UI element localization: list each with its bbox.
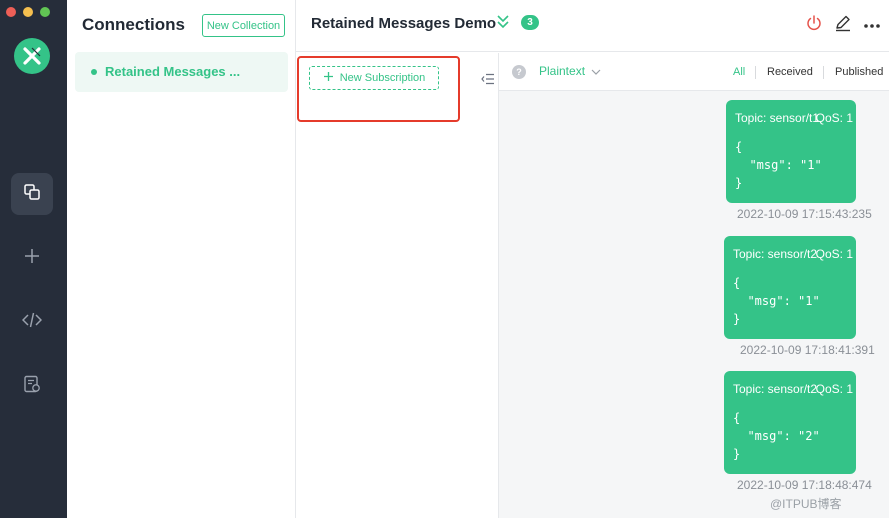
- new-subscription-label: New Subscription: [339, 72, 426, 84]
- script-icon: [21, 311, 43, 334]
- message-bubble[interactable]: Topic: sensor/t2 QoS: 1 { "msg": "1" }: [724, 236, 856, 339]
- disconnect-button[interactable]: [804, 14, 824, 37]
- filter-published-tab[interactable]: Published: [835, 66, 883, 78]
- window-close-button[interactable]: [6, 7, 16, 17]
- connection-name: Retained Messages ...: [105, 64, 241, 79]
- pencil-icon: [834, 14, 852, 37]
- connection-status-dot: [91, 69, 97, 75]
- expand-chevron-icon[interactable]: [496, 14, 510, 35]
- message-timestamp: 2022-10-09 17:15:43:235: [737, 207, 872, 221]
- log-icon: [23, 375, 41, 398]
- message-payload-line: {: [733, 411, 741, 425]
- plus-icon: [23, 247, 41, 270]
- watermark: @ITPUB博客: [770, 497, 842, 511]
- app-sidebar: [0, 0, 67, 518]
- filter-divider: [823, 66, 824, 79]
- more-options-button[interactable]: [862, 15, 882, 35]
- message-payload-line: {: [735, 140, 743, 154]
- power-icon: [805, 14, 823, 37]
- subscriptions-panel: New Subscription: [296, 53, 499, 518]
- message-bubble[interactable]: Topic: sensor/t2 QoS: 1 { "msg": "2" }: [724, 371, 856, 474]
- message-topic: Topic: sensor/t1: [735, 111, 820, 125]
- filter-all-tab[interactable]: All: [733, 66, 745, 78]
- log-nav-button[interactable]: [11, 365, 53, 407]
- messages-toolbar: ? Plaintext All Received Published: [499, 53, 889, 91]
- logo-icon: [14, 38, 50, 74]
- message-payload-line: "msg": "2": [733, 429, 820, 443]
- connections-panel: Connections New Collection Retained Mess…: [67, 0, 296, 518]
- message-payload-line: "msg": "1": [733, 294, 820, 308]
- message-qos: QoS: 1: [815, 382, 853, 396]
- connection-count-badge: 3: [521, 15, 539, 30]
- messages-panel: ? Plaintext All Received Published Topic…: [499, 53, 889, 518]
- message-payload-line: }: [733, 312, 741, 326]
- connections-nav-button[interactable]: [11, 173, 53, 215]
- connections-title: Connections: [82, 15, 185, 34]
- message-bubble[interactable]: Topic: sensor/t1 QoS: 1 { "msg": "1" }: [726, 100, 856, 203]
- main-header: Retained Messages Demo 3: [296, 0, 889, 52]
- message-payload-line: }: [735, 176, 743, 190]
- script-nav-button[interactable]: [11, 301, 53, 343]
- page-title: Retained Messages Demo: [311, 15, 497, 32]
- help-icon[interactable]: ?: [512, 65, 526, 79]
- edit-button[interactable]: [833, 15, 853, 35]
- message-topic: Topic: sensor/t2: [733, 247, 818, 261]
- connections-icon: [23, 183, 41, 206]
- message-qos: QoS: 1: [815, 247, 853, 261]
- connection-item[interactable]: Retained Messages ...: [75, 52, 288, 92]
- message-payload-line: }: [733, 447, 741, 461]
- payload-format-value: Plaintext: [539, 64, 586, 78]
- message-qos: QoS: 1: [815, 111, 853, 125]
- new-subscription-button[interactable]: New Subscription: [309, 66, 439, 90]
- more-icon: [863, 16, 881, 34]
- filter-received-tab[interactable]: Received: [767, 66, 813, 78]
- message-timestamp: 2022-10-09 17:18:48:474: [737, 478, 872, 492]
- message-timestamp: 2022-10-09 17:18:41:391: [740, 343, 875, 357]
- message-payload-line: {: [733, 276, 741, 290]
- collapse-panel-icon[interactable]: [481, 72, 495, 90]
- filter-divider: [755, 66, 756, 79]
- message-topic: Topic: sensor/t2: [733, 382, 818, 396]
- window-minimize-button[interactable]: [23, 7, 33, 17]
- message-payload-line: "msg": "1": [735, 158, 822, 172]
- payload-format-select[interactable]: Plaintext: [539, 64, 601, 78]
- plus-icon: [323, 71, 334, 85]
- new-collection-button[interactable]: New Collection: [202, 14, 285, 37]
- chevron-down-icon: [591, 64, 601, 78]
- window-maximize-button[interactable]: [40, 7, 50, 17]
- new-connection-nav-button[interactable]: [11, 237, 53, 279]
